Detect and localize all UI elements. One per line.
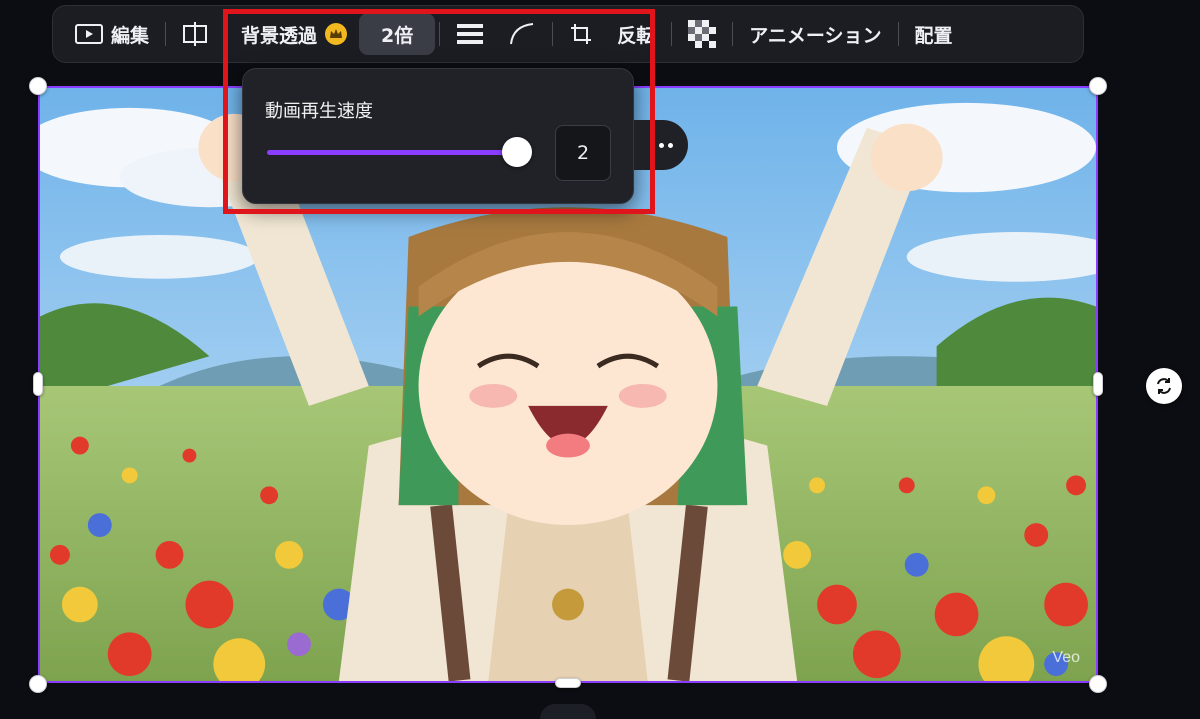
crop-button[interactable] [557, 13, 605, 55]
more-dots-icon [667, 142, 673, 148]
more-dots-icon [658, 142, 664, 148]
more-options-button[interactable] [634, 120, 688, 170]
corner-curve-icon [510, 23, 534, 45]
playback-speed-label: 2倍 [381, 24, 414, 47]
playback-speed-popover: 動画再生速度 2 [242, 68, 634, 204]
arrange-label: 配置 [914, 24, 953, 47]
video-play-icon [75, 24, 103, 44]
playback-speed-title: 動画再生速度 [265, 101, 373, 122]
animation-label: アニメーション [749, 24, 882, 47]
crown-icon [325, 23, 348, 45]
more-dots-icon [649, 142, 655, 148]
toolbar-divider [897, 22, 899, 46]
animation-button[interactable]: アニメーション [737, 13, 893, 55]
toolbar-divider [552, 22, 554, 46]
playback-speed-value-input[interactable]: 2 [555, 125, 611, 181]
edit-button[interactable]: 編集 [63, 13, 161, 55]
corner-rounding-button[interactable] [496, 13, 548, 55]
edit-label: 編集 [111, 24, 150, 47]
toolbar-divider [224, 22, 226, 46]
veo-watermark: Veo [1052, 649, 1080, 666]
split-icon [183, 22, 208, 46]
resize-handle-top-left[interactable] [29, 77, 47, 95]
resize-handle-top-right[interactable] [1089, 77, 1107, 95]
transparency-checker-icon [688, 20, 717, 48]
transparency-button[interactable] [676, 13, 728, 55]
lines-icon [457, 24, 484, 44]
bottom-floating-control[interactable] [540, 704, 596, 719]
resize-handle-right[interactable] [1093, 372, 1103, 396]
toolbar-divider [439, 22, 441, 46]
rotate-icon [1157, 378, 1171, 394]
resize-handle-bottom-left[interactable] [29, 675, 47, 693]
crop-icon [571, 24, 592, 44]
flip-label: 反転 [617, 24, 656, 47]
toolbar-divider [671, 22, 673, 46]
resize-handle-left[interactable] [33, 372, 43, 396]
slider-thumb[interactable] [502, 137, 532, 167]
rotate-button[interactable] [1146, 368, 1182, 404]
slider-fill [267, 150, 517, 155]
split-button[interactable] [170, 13, 220, 55]
background-remove-label: 背景透過 [241, 24, 318, 47]
toolbar-divider [732, 22, 734, 46]
playback-speed-button[interactable]: 2倍 [359, 13, 436, 55]
arrange-button[interactable]: 配置 [903, 13, 965, 55]
toolbar-divider [165, 22, 167, 46]
playback-speed-slider[interactable] [267, 137, 532, 167]
element-toolbar: 編集 背景透過 2倍 反転 アニメーション 配置 [52, 5, 1084, 63]
flip-button[interactable]: 反転 [605, 13, 667, 55]
resize-handle-bottom-right[interactable] [1089, 675, 1107, 693]
line-style-button[interactable] [444, 13, 496, 55]
background-remove-button[interactable]: 背景透過 [229, 13, 359, 55]
resize-handle-bottom[interactable] [555, 678, 581, 688]
